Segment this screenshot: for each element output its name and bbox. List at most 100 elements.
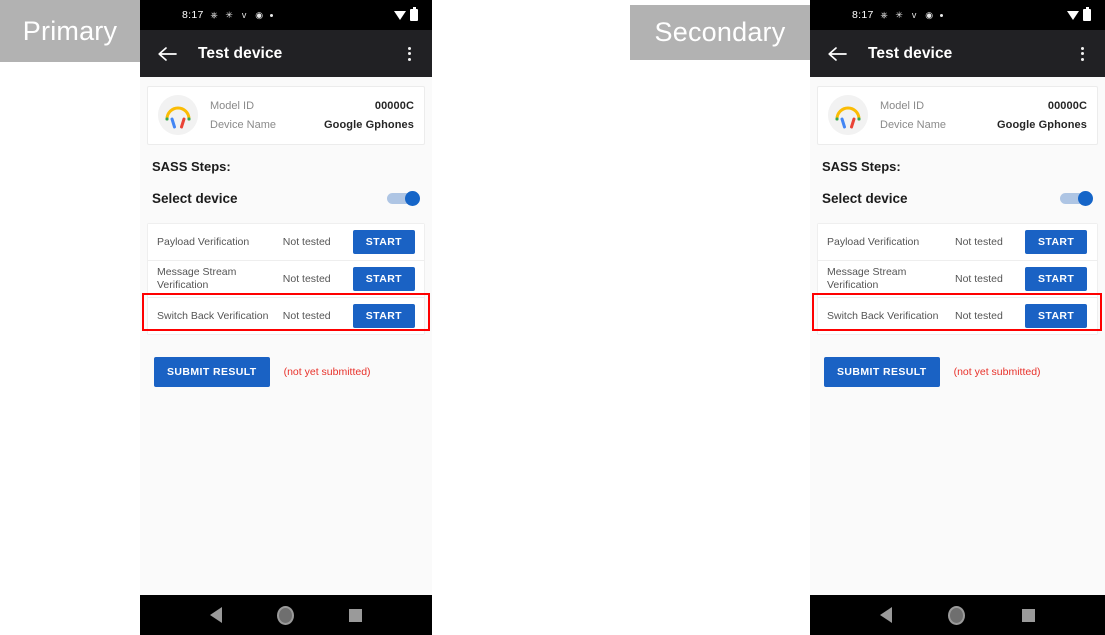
table-row[interactable]: Payload Verification Not tested START <box>148 224 424 261</box>
device-info-row: Model ID 00000C <box>210 96 414 115</box>
device-info-rows: Model ID 00000C Device Name Google Gphon… <box>880 96 1087 134</box>
nav-back-icon[interactable] <box>209 607 222 623</box>
status-bar-left-group: 8:17 ⎈ ✳ ᴠ ◉ <box>182 9 273 21</box>
nav-recents-icon[interactable] <box>349 608 363 622</box>
battery-icon <box>410 7 418 21</box>
sync-icon: ⎈ <box>880 9 888 20</box>
overflow-menu-icon[interactable] <box>399 41 419 67</box>
test-name: Switch Back Verification <box>157 309 269 322</box>
test-status: Not tested <box>955 310 1003 322</box>
screen-content: Model ID 00000C Device Name Google Gphon… <box>810 77 1105 595</box>
annotation-label-primary: Primary <box>0 0 140 62</box>
back-arrow-icon[interactable] <box>154 41 180 67</box>
app-bar: Test device <box>810 30 1105 77</box>
submit-status-note: (not yet submitted) <box>283 366 371 378</box>
select-device-label: Select device <box>822 190 908 206</box>
test-status: Not tested <box>282 273 331 285</box>
model-id-value: 00000C <box>374 99 414 112</box>
status-bar: 8:17 ⎈ ✳ ᴠ ◉ <box>810 0 1105 30</box>
status-bar-left-group: 8:17 ⎈ ✳ ᴠ ◉ <box>852 9 943 21</box>
device-name-value: Google Gphones <box>996 118 1087 131</box>
select-device-row[interactable]: Select device <box>822 187 1093 209</box>
device-name-value: Google Gphones <box>323 118 414 131</box>
model-id-label: Model ID <box>210 99 255 112</box>
test-name: Message Stream Verification <box>827 266 907 291</box>
back-arrow-icon[interactable] <box>824 41 850 67</box>
table-row[interactable]: Message Stream Verification Not tested S… <box>148 261 424 298</box>
page-title: Test device <box>198 44 283 62</box>
annotation-label-primary-text: Primary <box>22 15 118 46</box>
annotation-label-secondary: Secondary <box>630 5 810 60</box>
table-row[interactable]: Payload Verification Not tested START <box>818 224 1097 261</box>
headphones-icon <box>828 95 868 135</box>
test-status: Not tested <box>955 273 1003 285</box>
sass-steps-heading: SASS Steps: <box>152 159 231 174</box>
select-device-label: Select device <box>152 190 238 206</box>
page-title: Test device <box>868 44 953 62</box>
dot-icon <box>939 13 943 17</box>
start-button[interactable]: START <box>1025 267 1088 291</box>
start-button[interactable]: START <box>352 267 415 291</box>
phone-screenshot-primary: 8:17 ⎈ ✳ ᴠ ◉ Test device Model ID 00000C… <box>140 0 432 635</box>
table-row[interactable]: Message Stream Verification Not tested S… <box>818 261 1097 298</box>
status-bar-right-group <box>394 7 418 21</box>
model-id-label: Model ID <box>880 99 925 112</box>
test-steps-card: Payload Verification Not tested START Me… <box>147 223 425 335</box>
bluetooth-icon: ᴠ <box>241 9 247 20</box>
table-row[interactable]: Switch Back Verification Not tested STAR… <box>818 298 1097 334</box>
select-device-row[interactable]: Select device <box>152 187 420 209</box>
device-info-card: Model ID 00000C Device Name Google Gphon… <box>817 86 1098 145</box>
settings-icon: ◉ <box>255 9 264 20</box>
sass-steps-heading: SASS Steps: <box>822 159 901 174</box>
overflow-menu-icon[interactable] <box>1072 41 1092 67</box>
device-name-label: Device Name <box>210 118 277 131</box>
start-button[interactable]: START <box>1025 230 1088 254</box>
nav-recents-icon[interactable] <box>1021 608 1035 622</box>
submit-area: SUBMIT RESULT (not yet submitted) <box>154 357 432 387</box>
test-status: Not tested <box>282 236 331 248</box>
settings-icon: ◉ <box>925 9 934 20</box>
brightness-icon: ✳ <box>225 9 233 20</box>
status-clock: 8:17 <box>182 9 204 21</box>
sync-icon: ⎈ <box>210 9 218 20</box>
dot-icon <box>269 13 273 17</box>
test-status: Not tested <box>955 236 1003 248</box>
nav-home-icon[interactable] <box>276 605 294 625</box>
wifi-icon <box>394 10 406 20</box>
submit-result-button[interactable]: SUBMIT RESULT <box>154 357 270 387</box>
device-info-card: Model ID 00000C Device Name Google Gphon… <box>147 86 425 145</box>
device-info-rows: Model ID 00000C Device Name Google Gphon… <box>210 96 414 134</box>
android-nav-bar <box>140 595 432 635</box>
select-device-toggle[interactable] <box>387 191 420 206</box>
test-name: Payload Verification <box>827 235 920 248</box>
wifi-icon <box>1067 10 1079 20</box>
model-id-value: 00000C <box>1047 99 1087 112</box>
bluetooth-icon: ᴠ <box>911 9 917 20</box>
status-clock: 8:17 <box>852 9 874 21</box>
start-button[interactable]: START <box>352 230 415 254</box>
start-button[interactable]: START <box>1025 304 1088 328</box>
android-nav-bar <box>810 595 1105 635</box>
device-info-row: Device Name Google Gphones <box>880 115 1087 134</box>
submit-result-button[interactable]: SUBMIT RESULT <box>824 357 940 387</box>
submit-status-note: (not yet submitted) <box>953 366 1041 378</box>
toggle-thumb <box>1078 191 1093 206</box>
status-bar: 8:17 ⎈ ✳ ᴠ ◉ <box>140 0 432 30</box>
status-bar-right-group <box>1067 7 1091 21</box>
phone-screenshot-secondary: 8:17 ⎈ ✳ ᴠ ◉ Test device Model ID 00000C… <box>810 0 1105 635</box>
toggle-thumb <box>405 191 420 206</box>
test-status: Not tested <box>282 310 331 322</box>
test-steps-card: Payload Verification Not tested START Me… <box>817 223 1098 335</box>
submit-area: SUBMIT RESULT (not yet submitted) <box>824 357 1105 387</box>
table-row[interactable]: Switch Back Verification Not tested STAR… <box>148 298 424 334</box>
start-button[interactable]: START <box>352 304 415 328</box>
annotation-label-secondary-text: Secondary <box>654 17 786 47</box>
test-name: Message Stream Verification <box>157 266 237 291</box>
nav-back-icon[interactable] <box>880 607 893 623</box>
test-name: Switch Back Verification <box>827 309 939 322</box>
test-name: Payload Verification <box>157 235 250 248</box>
select-device-toggle[interactable] <box>1060 191 1093 206</box>
brightness-icon: ✳ <box>895 9 903 20</box>
nav-home-icon[interactable] <box>948 605 966 625</box>
device-name-label: Device Name <box>880 118 947 131</box>
